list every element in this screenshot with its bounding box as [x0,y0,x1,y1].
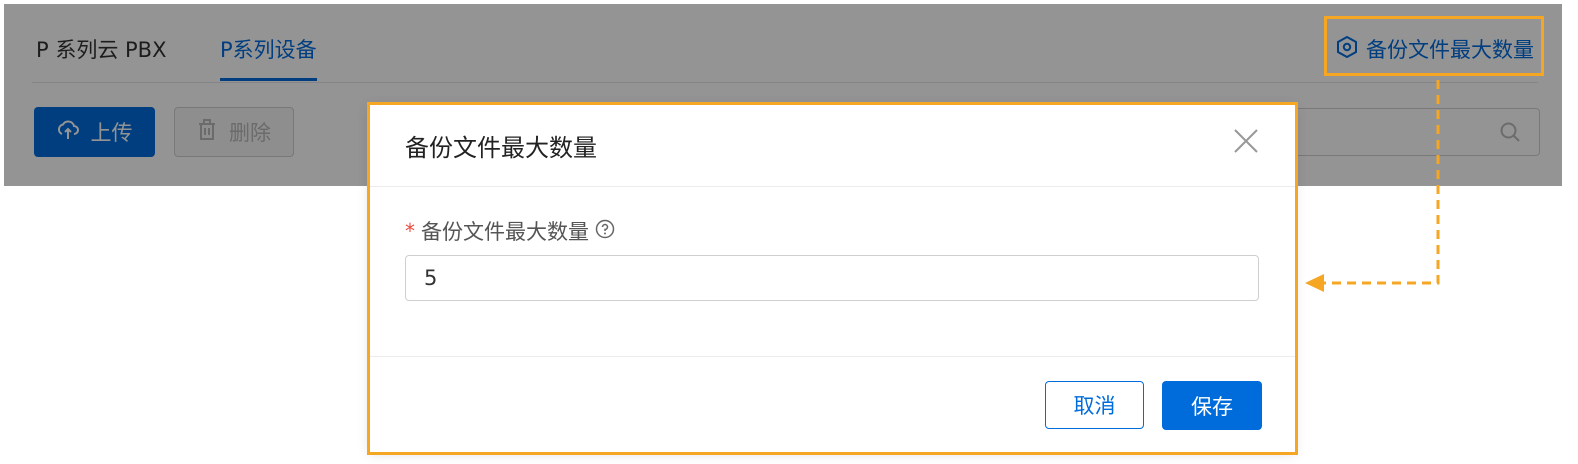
callout-arrow [1305,80,1440,292]
